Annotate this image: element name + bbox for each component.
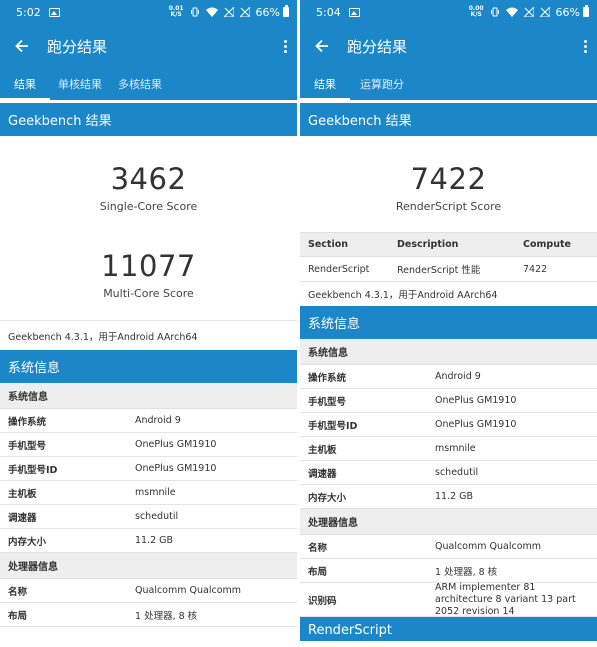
table-row: 手机型号ID OnePlus GM1910	[300, 413, 597, 437]
network-speed: 0.00 K/S	[468, 5, 484, 18]
tab-single-core[interactable]: 单核结果	[50, 68, 110, 100]
multi-core-score-block: 11077 Multi-Core Score	[0, 249, 297, 300]
tab-multi-core[interactable]: 多核结果	[110, 68, 170, 100]
vibrate-icon	[490, 7, 499, 17]
no-signal-icon-2	[239, 7, 250, 17]
app-bar: 跑分结果	[0, 24, 297, 68]
single-core-score: 3462	[110, 162, 187, 196]
table-row: 操作系统 Android 9	[0, 409, 297, 433]
system-info-header: 系统信息	[300, 306, 597, 339]
status-time: 5:02	[16, 5, 41, 19]
no-signal-icon	[523, 7, 534, 17]
version-line: Geekbench 4.3.1，用于Android AArch64	[0, 320, 297, 350]
table-row: RenderScript RenderScript 性能 7422	[300, 257, 597, 282]
back-arrow-icon[interactable]	[12, 36, 32, 56]
tab-results[interactable]: 结果	[300, 68, 350, 100]
status-bar: 5:04 0.00 K/S 66%	[300, 0, 597, 24]
table-row: 主机板 msmnile	[0, 481, 297, 505]
status-bar: 5:02 0.01 K/S 66%	[0, 0, 297, 24]
more-options-icon[interactable]	[583, 39, 587, 53]
results-header: Geekbench 结果	[0, 103, 297, 136]
battery-percent: 66%	[255, 5, 280, 19]
version-line: Geekbench 4.3.1，用于Android AArch64	[308, 290, 498, 301]
table-row: 布局 1 处理器, 8 核	[0, 603, 297, 627]
wifi-icon	[505, 7, 518, 17]
status-time: 5:04	[316, 5, 341, 19]
table-row: 主机板 msmnile	[300, 437, 597, 461]
left-screen: 5:02 0.01 K/S 66% 跑分结果 结果 单核结果 多核结果 Geekb…	[0, 0, 297, 647]
table-row: 手机型号ID OnePlus GM1910	[0, 457, 297, 481]
multi-core-score: 11077	[101, 249, 196, 283]
wifi-icon	[205, 7, 218, 17]
page-title: 跑分结果	[347, 37, 408, 56]
col-section: Section	[308, 239, 349, 250]
table-row: 内存大小 11.2 GB	[0, 529, 297, 553]
no-signal-icon	[223, 7, 234, 17]
results-header: Geekbench 结果	[300, 103, 597, 136]
right-screen: 5:04 0.00 K/S 66% 跑分结果 结果 运算跑分 Geekbench …	[300, 0, 597, 647]
battery-percent: 66%	[555, 5, 580, 19]
table-row: 调速器 schedutil	[300, 461, 597, 485]
more-options-icon[interactable]	[283, 39, 287, 53]
multi-core-label: Multi-Core Score	[103, 287, 194, 300]
tab-bar: 结果 单核结果 多核结果	[0, 68, 297, 100]
processor-info-subheader: 处理器信息	[300, 509, 597, 535]
table-row: 内存大小 11.2 GB	[300, 485, 597, 509]
battery-icon	[283, 5, 289, 17]
table-row: 调速器 schedutil	[0, 505, 297, 529]
renderscript-score: 7422	[410, 162, 487, 196]
network-speed: 0.01 K/S	[168, 5, 184, 18]
tab-bar: 结果 运算跑分	[300, 68, 597, 100]
col-description: Description	[397, 239, 459, 250]
table-row: 手机型号 OnePlus GM1910	[0, 433, 297, 457]
processor-info-subheader: 处理器信息	[0, 553, 297, 579]
compute-table-header: Section Description Compute	[300, 232, 597, 257]
renderscript-label: RenderScript Score	[395, 200, 502, 213]
single-core-score-block: 3462 Single-Core Score	[0, 162, 297, 213]
system-info-table: 操作系统 Android 9 手机型号 OnePlus GM1910 手机型号ID O…	[0, 409, 297, 553]
tab-compute[interactable]: 运算跑分	[350, 68, 414, 100]
table-row: 名称 Qualcomm Qualcomm	[300, 535, 597, 559]
renderscript-score-block: 7422 RenderScript Score	[300, 162, 597, 213]
table-row: 布局 1 处理器, 8 核	[300, 559, 597, 583]
system-info-header: 系统信息	[0, 350, 297, 383]
app-bar: 跑分结果	[300, 24, 597, 68]
gallery-notification-icon	[48, 7, 60, 17]
table-row: 操作系统 Android 9	[300, 365, 597, 389]
page-title: 跑分结果	[47, 37, 108, 56]
system-info-table: 操作系统 Android 9 手机型号 OnePlus GM1910 手机型号ID O…	[300, 365, 597, 509]
single-core-label: Single-Core Score	[99, 200, 198, 213]
back-arrow-icon[interactable]	[312, 36, 332, 56]
system-info-subheader: 系统信息	[0, 383, 297, 409]
col-compute: Compute	[523, 239, 571, 250]
gallery-notification-icon	[348, 7, 360, 17]
vibrate-icon	[190, 7, 199, 17]
no-signal-icon-2	[539, 7, 550, 17]
table-row: 手机型号 OnePlus GM1910	[300, 389, 597, 413]
table-row: 名称 Qualcomm Qualcomm	[0, 579, 297, 603]
tab-results[interactable]: 结果	[0, 68, 50, 100]
battery-icon	[583, 5, 589, 17]
system-info-subheader: 系统信息	[300, 339, 597, 365]
renderscript-header: RenderScript	[300, 617, 597, 641]
table-row: 识别码 ARM implementer 81 architecture 8 var…	[300, 582, 597, 617]
